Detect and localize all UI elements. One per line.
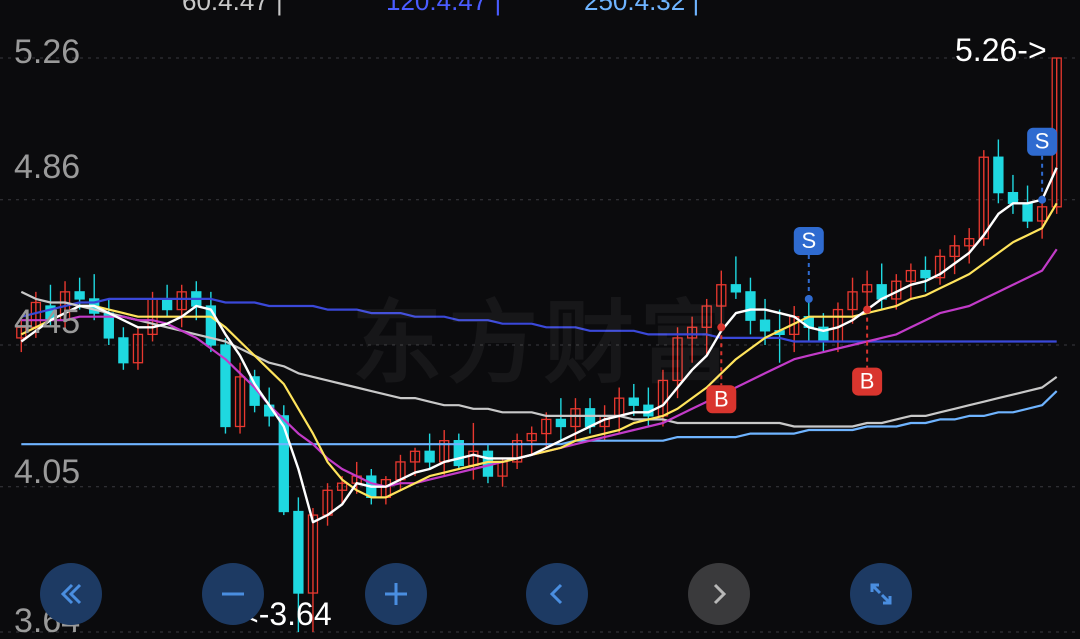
candle-body	[74, 291, 85, 300]
ma120-divider: |	[494, 0, 502, 16]
fast-back-button[interactable]	[40, 563, 102, 625]
ma60-value: 60:4.47	[182, 0, 269, 16]
zoom-out-button[interactable]	[202, 563, 264, 625]
ma60-header: 60:4.47 |	[182, 0, 283, 16]
zoom-in-button[interactable]	[365, 563, 427, 625]
y-tick-label: 4.45	[14, 303, 81, 341]
candle-body	[745, 291, 756, 321]
next-icon	[713, 583, 727, 605]
candle-body	[993, 156, 1004, 194]
zoom-in-icon	[385, 583, 407, 605]
ma120-value: 120:4.47	[386, 0, 488, 16]
candle-body	[759, 319, 771, 332]
ma60-divider: |	[275, 0, 283, 16]
kline-chart-screen: SBBS 东方财富 60:4.47 | 120:4.47 | 250:4.32 …	[0, 0, 1080, 639]
fast-back-icon	[60, 583, 82, 605]
next-button[interactable]	[688, 563, 750, 625]
fullscreen-icon	[870, 583, 892, 605]
high-price-label: 5.26->	[955, 32, 1047, 68]
candle-body	[118, 337, 129, 364]
candle-body	[293, 510, 304, 594]
candle-body	[555, 418, 567, 428]
signal-letter: S	[801, 228, 816, 253]
candle-body	[1022, 202, 1033, 222]
signal-letter: S	[1035, 129, 1050, 154]
ma250-divider: |	[692, 0, 700, 16]
y-tick-label: 4.86	[14, 148, 81, 186]
candle-body	[1007, 191, 1019, 204]
y-tick-label: 5.26	[14, 33, 81, 71]
signal-letter: B	[860, 369, 875, 394]
candle-body	[278, 415, 289, 513]
ma120-header: 120:4.47 |	[386, 0, 501, 16]
watermark: 东方财富	[352, 294, 736, 394]
prev-button[interactable]	[526, 563, 588, 625]
zoom-out-icon	[222, 592, 244, 596]
signal-dot	[804, 294, 813, 303]
candle-body	[424, 450, 435, 463]
fullscreen-button[interactable]	[850, 563, 912, 625]
candle-body	[920, 269, 931, 279]
prev-icon	[549, 583, 563, 605]
ma250-value: 250:4.32	[584, 0, 686, 16]
signal-dot	[863, 305, 872, 314]
candle-body	[161, 298, 173, 311]
y-tick-label: 4.05	[14, 453, 81, 491]
ma250-header: 250:4.32 |	[584, 0, 699, 16]
signal-dot	[1038, 195, 1047, 204]
